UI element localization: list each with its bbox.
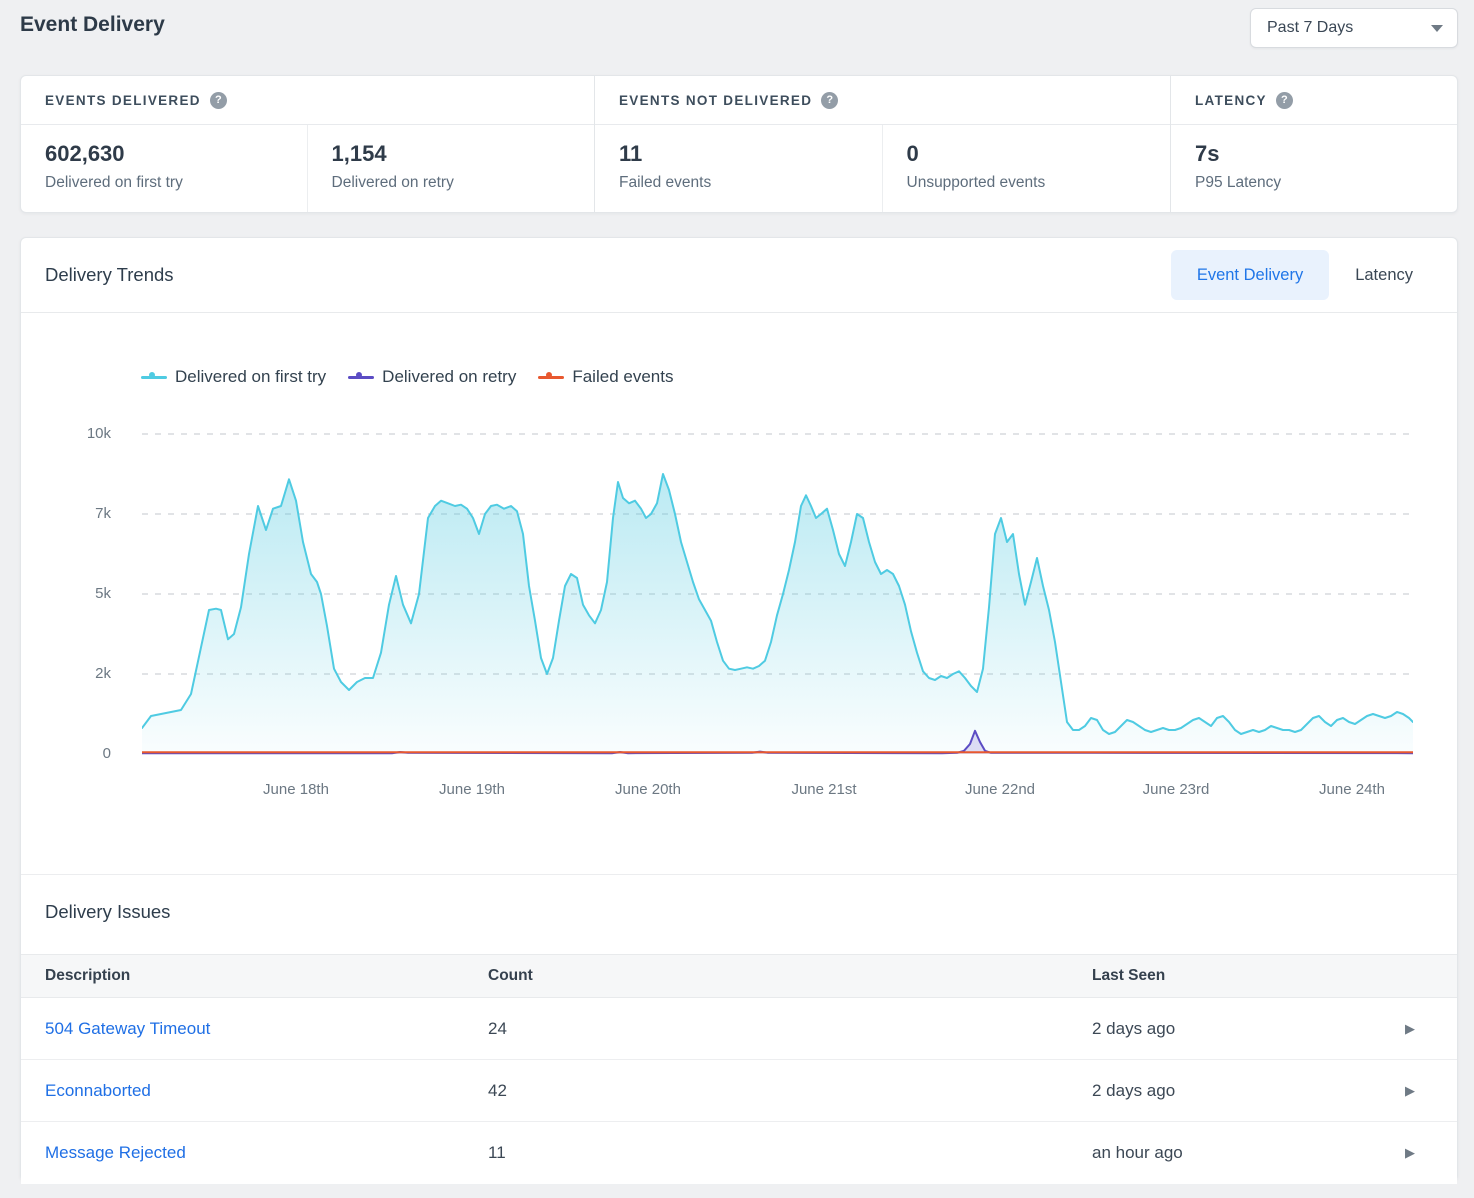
legend-label: Failed events bbox=[572, 367, 673, 387]
legend-delivered-first-try[interactable]: Delivered on first try bbox=[141, 367, 326, 387]
page-title: Event Delivery bbox=[20, 13, 165, 37]
delivery-trends-chart: Delivered on first try Delivered on retr… bbox=[21, 313, 1457, 874]
stat-label: Unsupported events bbox=[907, 174, 1171, 192]
legend-label: Delivered on first try bbox=[175, 367, 326, 387]
line-marker-icon bbox=[141, 371, 167, 383]
event-delivery-page: Event Delivery Past 7 Days EVENTS DELIVE… bbox=[0, 0, 1474, 1198]
x-tick-label: June 20th bbox=[583, 781, 713, 798]
y-tick-label: 2k bbox=[51, 665, 111, 682]
stat-value: 0 bbox=[907, 141, 1171, 167]
stat-value: 11 bbox=[619, 141, 882, 167]
legend-delivered-retry[interactable]: Delivered on retry bbox=[348, 367, 516, 387]
section-title: Delivery Trends bbox=[45, 264, 174, 286]
chevron-right-icon[interactable]: ▶ bbox=[1405, 1021, 1415, 1037]
delivery-trends-header: Delivery Trends Event Delivery Latency bbox=[21, 238, 1457, 313]
col-last-seen: Last Seen bbox=[1068, 967, 1368, 985]
issue-row-504-gateway-timeout[interactable]: 504 Gateway Timeout 24 2 days ago ▶ bbox=[21, 998, 1457, 1060]
issue-count: 42 bbox=[464, 1081, 1068, 1101]
stat-group-header: LATENCY ? bbox=[1171, 76, 1457, 125]
date-range-value: Past 7 Days bbox=[1267, 19, 1353, 37]
stat-delivered-first-try: 602,630 Delivered on first try bbox=[21, 125, 308, 212]
stat-group-label: LATENCY bbox=[1195, 93, 1267, 108]
y-tick-label: 0 bbox=[51, 745, 111, 762]
issue-row-econnaborted[interactable]: Econnaborted 42 2 days ago ▶ bbox=[21, 1060, 1457, 1122]
stat-value: 7s bbox=[1195, 141, 1457, 167]
issue-last-seen: 2 days ago bbox=[1068, 1019, 1368, 1039]
delivery-issues-section: Delivery Issues Description Count Last S… bbox=[21, 874, 1457, 1184]
date-range-dropdown[interactable]: Past 7 Days bbox=[1250, 8, 1458, 48]
stat-unsupported-events: 0 Unsupported events bbox=[883, 125, 1171, 212]
y-tick-label: 10k bbox=[51, 425, 111, 442]
stat-value: 1,154 bbox=[332, 141, 595, 167]
chevron-right-icon[interactable]: ▶ bbox=[1405, 1145, 1415, 1161]
y-tick-label: 5k bbox=[51, 585, 111, 602]
stats-summary-card: EVENTS DELIVERED ? 602,630 Delivered on … bbox=[20, 75, 1458, 213]
stat-failed-events: 11 Failed events bbox=[595, 125, 883, 212]
stat-group-label: EVENTS NOT DELIVERED bbox=[619, 93, 812, 108]
issue-link[interactable]: Econnaborted bbox=[45, 1081, 151, 1100]
help-icon[interactable]: ? bbox=[1276, 92, 1293, 109]
trends-tabs: Event Delivery Latency bbox=[1171, 250, 1439, 300]
chart-legend: Delivered on first try Delivered on retr… bbox=[141, 367, 695, 387]
issues-title: Delivery Issues bbox=[21, 875, 1457, 927]
issues-table-header: Description Count Last Seen bbox=[21, 954, 1457, 998]
help-icon[interactable]: ? bbox=[210, 92, 227, 109]
legend-label: Delivered on retry bbox=[382, 367, 516, 387]
issue-row-message-rejected[interactable]: Message Rejected 11 an hour ago ▶ bbox=[21, 1122, 1457, 1184]
line-marker-icon bbox=[348, 371, 374, 383]
issue-count: 24 bbox=[464, 1019, 1068, 1039]
x-tick-label: June 19th bbox=[407, 781, 537, 798]
stat-delivered-retry: 1,154 Delivered on retry bbox=[308, 125, 595, 212]
issue-last-seen: an hour ago bbox=[1068, 1143, 1368, 1163]
issue-link[interactable]: 504 Gateway Timeout bbox=[45, 1019, 210, 1038]
stat-group-label: EVENTS DELIVERED bbox=[45, 93, 201, 108]
stat-label: Delivered on first try bbox=[45, 174, 307, 192]
chevron-down-icon bbox=[1431, 25, 1443, 32]
issue-count: 11 bbox=[464, 1143, 1068, 1163]
help-icon[interactable]: ? bbox=[821, 92, 838, 109]
stat-p95-latency: 7s P95 Latency bbox=[1171, 125, 1457, 212]
tab-latency[interactable]: Latency bbox=[1329, 250, 1439, 300]
x-tick-label: June 21st bbox=[759, 781, 889, 798]
x-tick-label: June 23rd bbox=[1111, 781, 1241, 798]
line-marker-icon bbox=[538, 371, 564, 383]
stat-group-events-not-delivered: EVENTS NOT DELIVERED ? 11 Failed events … bbox=[595, 76, 1171, 212]
stat-label: Failed events bbox=[619, 174, 882, 192]
x-tick-label: June 22nd bbox=[935, 781, 1065, 798]
tab-event-delivery[interactable]: Event Delivery bbox=[1171, 250, 1329, 300]
stat-value: 602,630 bbox=[45, 141, 307, 167]
col-description: Description bbox=[21, 967, 464, 985]
stat-label: P95 Latency bbox=[1195, 174, 1457, 192]
y-tick-label: 7k bbox=[51, 505, 111, 522]
col-count: Count bbox=[464, 967, 1068, 985]
issue-last-seen: 2 days ago bbox=[1068, 1081, 1368, 1101]
stat-group-header: EVENTS DELIVERED ? bbox=[21, 76, 594, 125]
issue-link[interactable]: Message Rejected bbox=[45, 1143, 186, 1162]
stat-group-header: EVENTS NOT DELIVERED ? bbox=[595, 76, 1170, 125]
chevron-right-icon[interactable]: ▶ bbox=[1405, 1083, 1415, 1099]
stat-label: Delivered on retry bbox=[332, 174, 595, 192]
stat-group-events-delivered: EVENTS DELIVERED ? 602,630 Delivered on … bbox=[21, 76, 595, 212]
x-tick-label: June 24th bbox=[1287, 781, 1417, 798]
trend-area-chart-svg bbox=[142, 426, 1413, 761]
stat-group-latency: LATENCY ? 7s P95 Latency bbox=[1171, 76, 1457, 212]
x-tick-label: June 18th bbox=[231, 781, 361, 798]
delivery-trends-card: Delivery Trends Event Delivery Latency D… bbox=[20, 237, 1458, 1181]
legend-failed-events[interactable]: Failed events bbox=[538, 367, 673, 387]
